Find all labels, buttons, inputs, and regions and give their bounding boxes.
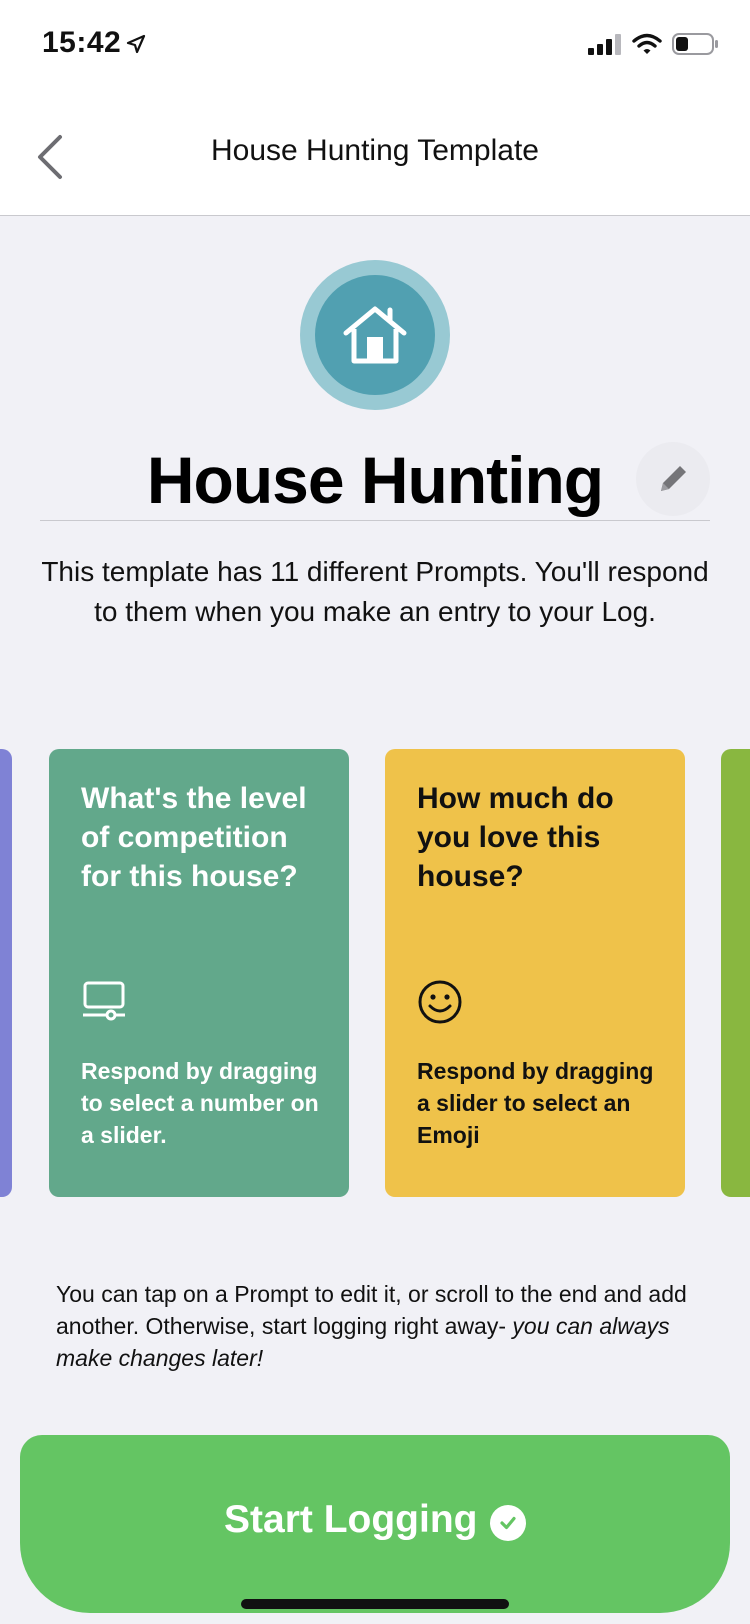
prompt-card-next[interactable] <box>721 749 750 1197</box>
start-logging-button[interactable]: Start Logging <box>20 1435 730 1613</box>
home-indicator[interactable] <box>241 1599 509 1609</box>
status-bar: 15:42 <box>0 0 750 90</box>
status-time: 15:42 <box>42 26 122 59</box>
navigation-bar: House Hunting Template <box>0 90 750 216</box>
checkmark-glyph <box>500 1516 516 1530</box>
smiley-icon <box>418 980 462 1024</box>
slider-number-icon <box>83 981 125 1021</box>
prompt-response-type: Respond by dragging a slider to select a… <box>417 1058 654 1148</box>
template-icon-badge <box>300 260 450 410</box>
battery-icon <box>672 33 718 55</box>
hint-text: You can tap on a Prompt to edit it, or s… <box>56 1278 706 1374</box>
template-description: This template has 11 different Prompts. … <box>41 556 709 627</box>
wifi-icon <box>632 33 662 54</box>
checkmark-icon <box>490 1505 526 1541</box>
prompt-card[interactable]: What's the level of competition for this… <box>49 749 349 1197</box>
prompt-question: What's the level of competition for this… <box>81 782 307 893</box>
prompt-response-type: Respond by dragging to select a number o… <box>81 1058 319 1148</box>
start-logging-label: Start Logging <box>224 1498 478 1541</box>
name-underline <box>40 520 710 521</box>
prompt-card[interactable]: How much do you love this house? Respond… <box>385 749 685 1197</box>
house-icon <box>343 306 407 364</box>
prompt-question: How much do you love this house? <box>417 782 614 893</box>
prompt-card-previous[interactable] <box>0 749 12 1197</box>
pencil-icon <box>661 466 686 491</box>
location-arrow-icon <box>126 34 146 54</box>
page-title: House Hunting Template <box>211 134 539 167</box>
edit-name-button[interactable] <box>636 442 710 516</box>
status-indicators <box>588 32 720 56</box>
cellular-signal-icon <box>588 34 621 55</box>
template-icon-circle <box>315 275 435 395</box>
